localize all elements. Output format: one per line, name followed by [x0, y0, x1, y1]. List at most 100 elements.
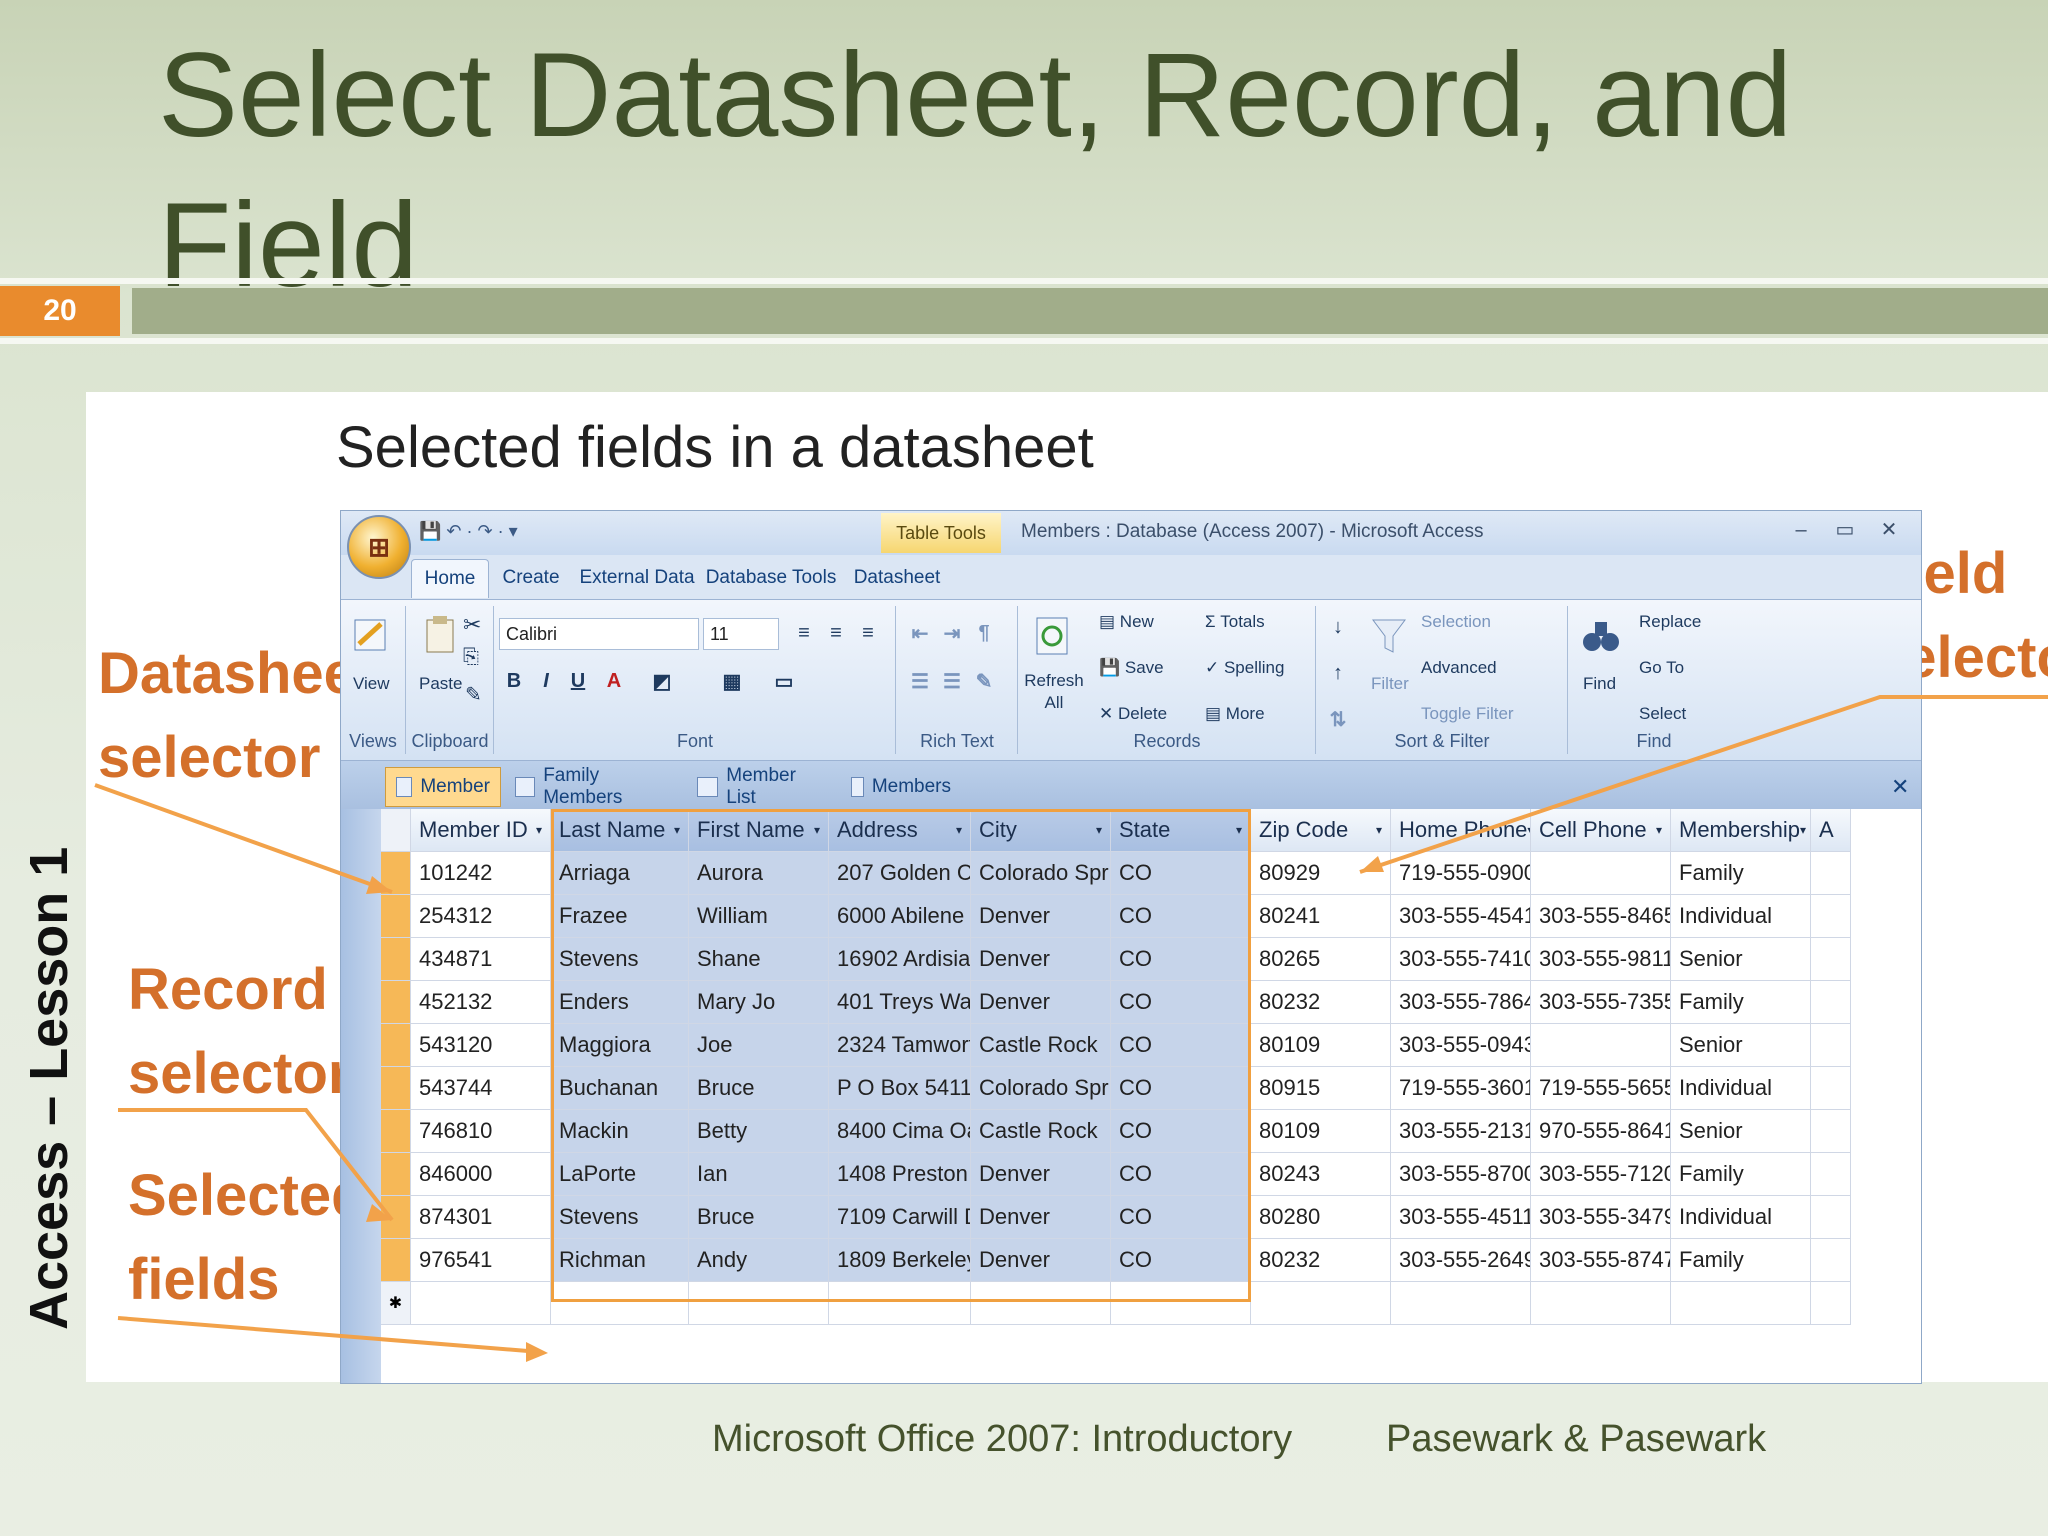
table-cell[interactable]: Senior: [1671, 1110, 1811, 1153]
record-selector[interactable]: [381, 1196, 411, 1239]
table-cell[interactable]: [1251, 1282, 1391, 1325]
table-cell[interactable]: Family: [1671, 852, 1811, 895]
table-cell[interactable]: Family: [1671, 1239, 1811, 1282]
table-cell[interactable]: [1811, 895, 1851, 938]
increase-indent-icon[interactable]: ⇥: [937, 618, 967, 648]
table-cell[interactable]: [1811, 981, 1851, 1024]
quick-access-toolbar[interactable]: 💾 ↶ · ↷ · ▾: [419, 521, 518, 542]
chevron-down-icon[interactable]: ▾: [1800, 823, 1810, 837]
table-cell[interactable]: 846000: [411, 1153, 551, 1196]
table-cell[interactable]: Senior: [1671, 1024, 1811, 1067]
sort-ascending-icon[interactable]: ↓: [1323, 612, 1353, 642]
record-selector[interactable]: [381, 852, 411, 895]
table-cell[interactable]: 80109: [1251, 1110, 1391, 1153]
sort-descending-icon[interactable]: ↑: [1323, 658, 1353, 688]
table-cell[interactable]: [1671, 1282, 1811, 1325]
table-cell[interactable]: [1531, 852, 1671, 895]
align-right-icon[interactable]: ≡: [853, 618, 883, 648]
align-left-icon[interactable]: ≡: [789, 618, 819, 648]
table-cell[interactable]: [1811, 1024, 1851, 1067]
restore-button[interactable]: ▭: [1823, 517, 1867, 542]
font-color-icon[interactable]: A: [599, 666, 629, 696]
record-selector[interactable]: [381, 938, 411, 981]
font-size-select[interactable]: 11: [703, 618, 779, 650]
paragraph-icon[interactable]: ¶: [969, 618, 999, 648]
align-center-icon[interactable]: ≡: [821, 618, 851, 648]
underline-icon[interactable]: U: [563, 666, 593, 696]
table-cell[interactable]: Family: [1671, 981, 1811, 1024]
column-header[interactable]: Zip Code ▾: [1251, 809, 1391, 852]
refresh-all-button[interactable]: Refresh All: [1021, 670, 1087, 714]
table-cell[interactable]: 303-555-3479: [1531, 1196, 1671, 1239]
tab-datasheet[interactable]: Datasheet: [847, 559, 947, 597]
record-selector[interactable]: [381, 1110, 411, 1153]
new-record-button[interactable]: ▤ New: [1099, 612, 1154, 632]
highlight-icon[interactable]: ✎: [969, 666, 999, 696]
datasheet-selector[interactable]: [381, 809, 411, 852]
view-button[interactable]: View: [353, 674, 390, 694]
table-cell[interactable]: [411, 1282, 551, 1325]
table-cell[interactable]: 303-555-7120: [1531, 1153, 1671, 1196]
tab-external-data[interactable]: External Data: [577, 559, 697, 597]
table-cell[interactable]: [1811, 1282, 1851, 1325]
copy-icon[interactable]: ⎘: [463, 646, 479, 669]
filter-button[interactable]: Filter: [1371, 674, 1409, 694]
table-cell[interactable]: [1811, 938, 1851, 981]
table-cell[interactable]: 543744: [411, 1067, 551, 1110]
totals-button[interactable]: Σ Totals: [1205, 612, 1265, 632]
column-header[interactable]: Cell Phone ▾: [1531, 809, 1671, 852]
bullets-icon[interactable]: ☰: [905, 666, 935, 696]
find-button[interactable]: Find: [1583, 674, 1616, 694]
table-cell[interactable]: 719-555-0900: [1391, 852, 1531, 895]
table-cell[interactable]: [1811, 1110, 1851, 1153]
save-record-button[interactable]: 💾 Save: [1099, 658, 1164, 678]
replace-button[interactable]: Replace: [1639, 612, 1701, 632]
cut-icon[interactable]: ✂: [463, 612, 481, 638]
selection-button[interactable]: Selection: [1421, 612, 1491, 632]
table-cell[interactable]: 719-555-3601: [1391, 1067, 1531, 1110]
table-cell[interactable]: 874301: [411, 1196, 551, 1239]
alternate-fill-icon[interactable]: ▭: [769, 666, 799, 696]
tab-database-tools[interactable]: Database Tools: [705, 559, 837, 597]
table-cell[interactable]: Individual: [1671, 895, 1811, 938]
bold-icon[interactable]: B: [499, 666, 529, 696]
table-cell[interactable]: Family: [1671, 1153, 1811, 1196]
table-cell[interactable]: 303-555-2649: [1391, 1239, 1531, 1282]
table-cell[interactable]: 970-555-8641: [1531, 1110, 1671, 1153]
chevron-down-icon[interactable]: ▾: [536, 823, 550, 837]
table-cell[interactable]: 101242: [411, 852, 551, 895]
paste-button[interactable]: Paste: [419, 674, 462, 694]
italic-icon[interactable]: I: [531, 666, 561, 696]
table-cell[interactable]: 303-555-7864: [1391, 981, 1531, 1024]
navigation-pane-collapsed[interactable]: [341, 809, 381, 1383]
column-header[interactable]: Membership ▾: [1671, 809, 1811, 852]
clear-sort-icon[interactable]: ⇅: [1323, 704, 1353, 734]
format-painter-icon[interactable]: ✎: [465, 682, 482, 707]
tab-create[interactable]: Create: [495, 559, 567, 597]
object-tab-member[interactable]: Member: [385, 767, 501, 807]
go-to-button[interactable]: Go To: [1639, 658, 1684, 678]
new-record-icon[interactable]: ✱: [381, 1282, 411, 1325]
table-cell[interactable]: 80241: [1251, 895, 1391, 938]
record-selector[interactable]: [381, 981, 411, 1024]
table-cell[interactable]: [1811, 1239, 1851, 1282]
table-cell[interactable]: 80265: [1251, 938, 1391, 981]
table-cell[interactable]: 80232: [1251, 1239, 1391, 1282]
table-cell[interactable]: 80280: [1251, 1196, 1391, 1239]
chevron-down-icon[interactable]: ▾: [1656, 823, 1670, 837]
table-cell[interactable]: 976541: [411, 1239, 551, 1282]
table-cell[interactable]: [1811, 1153, 1851, 1196]
table-cell[interactable]: 303-555-4541: [1391, 895, 1531, 938]
object-tab-member-list[interactable]: Member List: [687, 765, 837, 808]
table-cell[interactable]: 746810: [411, 1110, 551, 1153]
table-cell[interactable]: Senior: [1671, 938, 1811, 981]
table-cell[interactable]: 303-555-2131: [1391, 1110, 1531, 1153]
table-cell[interactable]: 719-555-5655: [1531, 1067, 1671, 1110]
table-cell[interactable]: 452132: [411, 981, 551, 1024]
table-cell[interactable]: 303-555-8700: [1391, 1153, 1531, 1196]
table-cell[interactable]: 80929: [1251, 852, 1391, 895]
table-cell[interactable]: [1811, 852, 1851, 895]
record-selector[interactable]: [381, 1024, 411, 1067]
office-button[interactable]: ⊞: [347, 515, 411, 579]
table-cell[interactable]: Individual: [1671, 1196, 1811, 1239]
